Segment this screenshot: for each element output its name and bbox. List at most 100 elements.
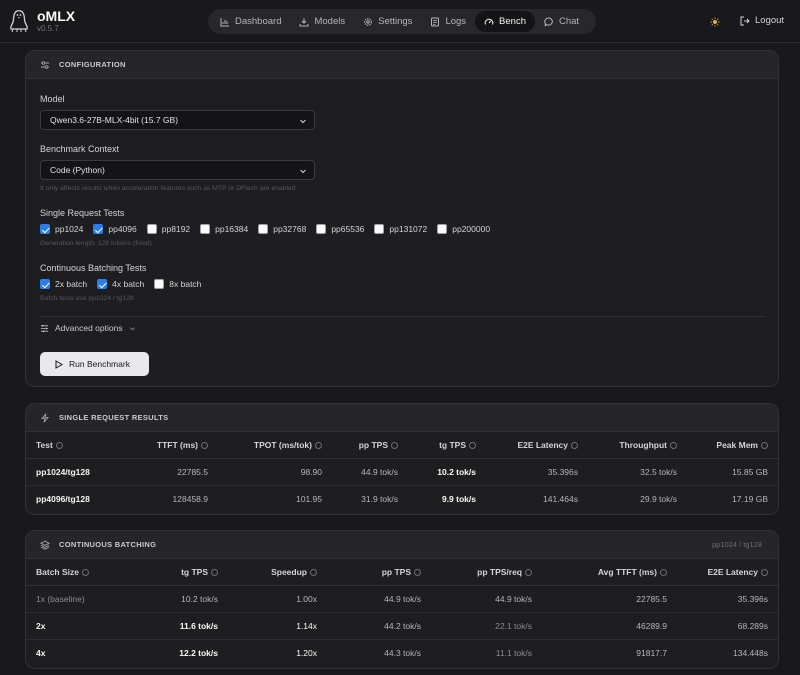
tab-dashboard[interactable]: Dashboard	[211, 11, 290, 32]
column-header[interactable]: pp TPS/req	[421, 559, 532, 586]
checkbox-pp200000[interactable]: pp200000	[437, 224, 490, 234]
gear-icon	[364, 17, 372, 26]
model-select-value: Qwen3.6-27B-MLX-4bit (15.7 GB)	[50, 115, 179, 125]
tab-settings[interactable]: Settings	[354, 11, 421, 32]
app-version: v0.5.7	[37, 24, 59, 33]
checkbox-label: 8x batch	[169, 279, 202, 289]
checkbox-box[interactable]	[200, 224, 211, 234]
checkbox-box[interactable]	[154, 279, 165, 289]
single-results-header: SINGLE REQUEST RESULTS	[26, 404, 778, 432]
info-icon	[391, 442, 398, 449]
cell-pp-tps: 44.9 tok/s	[322, 458, 398, 486]
column-header[interactable]: E2E Latency	[476, 432, 578, 459]
tab-logs[interactable]: Logs	[421, 11, 475, 32]
cell-test: pp1024/tg128	[26, 458, 118, 486]
column-header[interactable]: pp TPS	[317, 559, 421, 586]
cell-avg-ttft: 91817.7	[636, 647, 667, 658]
play-icon	[55, 359, 63, 369]
table-row: pp4096/tg128 128458.9 101.95 31.9 tok/s …	[26, 485, 778, 512]
layers-icon	[40, 539, 50, 550]
cell-tg-tps: 11.6 tok/s	[128, 612, 218, 640]
checkbox-pp8192[interactable]: pp8192	[146, 224, 190, 234]
column-header[interactable]: TTFT (ms)	[118, 432, 208, 459]
cell-tg-tps: 10.2 tok/s	[398, 458, 476, 486]
column-header[interactable]: Speedup	[218, 559, 317, 586]
checkbox-4x-batch[interactable]: 4x batch	[97, 279, 144, 289]
app-logo[interactable]: oMLX v0.5.7	[8, 9, 75, 33]
tab-models[interactable]: Models	[290, 11, 354, 32]
cell-e2e-latency: 134.448s	[733, 647, 768, 658]
checkbox-pp32768[interactable]: pp32768	[258, 224, 306, 234]
cell-pp-tps: 44.3 tok/s	[384, 647, 421, 658]
column-header[interactable]: Avg TTFT (ms)	[532, 559, 667, 586]
cell-pp-tps: 44.2 tok/s	[317, 612, 421, 640]
tab-dashboard-label: Dashboard	[235, 16, 282, 27]
info-icon	[469, 442, 476, 449]
logout-button[interactable]: Logout	[740, 15, 784, 26]
checkbox-pp131072[interactable]: pp131072	[374, 224, 427, 234]
run-benchmark-button[interactable]: Run Benchmark	[40, 352, 149, 376]
tab-chat[interactable]: Chat	[535, 11, 588, 32]
checkbox-box[interactable]	[258, 224, 269, 234]
chevron-down-icon	[300, 119, 306, 124]
checkbox-box[interactable]	[146, 224, 157, 234]
column-header[interactable]: pp TPS	[322, 432, 398, 459]
cell-ttft: 128458.9	[172, 493, 208, 504]
lightning-icon	[41, 413, 49, 422]
cell-avg-ttft: 22785.5	[532, 585, 667, 613]
gauge-icon	[484, 18, 494, 25]
checkbox-pp1024[interactable]: pp1024	[40, 224, 83, 234]
advanced-options-toggle[interactable]: Advanced options	[40, 323, 136, 333]
model-label: Model	[40, 94, 65, 104]
column-header[interactable]: tg TPS	[398, 432, 476, 459]
column-header[interactable]: TPOT (ms/tok)	[208, 432, 322, 459]
column-header[interactable]: Peak Mem	[677, 432, 778, 459]
column-header[interactable]: tg TPS	[128, 559, 218, 586]
checkbox-8x-batch[interactable]: 8x batch	[154, 279, 201, 289]
checkbox-box[interactable]	[316, 224, 327, 234]
sun-icon[interactable]	[710, 17, 720, 27]
chat-icon	[544, 17, 553, 26]
checkbox-box[interactable]	[437, 224, 448, 234]
model-select[interactable]: Qwen3.6-27B-MLX-4bit (15.7 GB)	[40, 110, 315, 130]
logout-label: Logout	[755, 15, 785, 26]
batch-tests-group: 2x batch 4x batch 8x batch	[40, 279, 211, 289]
column-header[interactable]: Batch Size	[26, 559, 128, 586]
info-icon	[315, 442, 322, 449]
checkbox-box[interactable]	[93, 224, 104, 234]
checkbox-box[interactable]	[40, 224, 50, 234]
cell-e2e-latency: 35.396s	[476, 458, 578, 486]
cell-speedup: 1.20x	[296, 647, 317, 658]
checkbox-pp4096[interactable]: pp4096	[93, 224, 137, 234]
batching-title: CONTINUOUS BATCHING	[59, 540, 157, 549]
batching-card: CONTINUOUS BATCHING pp1024 / tg128 Batch…	[25, 530, 779, 669]
cell-tpot: 98.90	[208, 458, 322, 486]
info-icon	[414, 569, 421, 576]
tab-logs-label: Logs	[445, 16, 467, 27]
app-title: oMLX	[37, 8, 76, 24]
context-select[interactable]: Code (Python)	[40, 160, 315, 180]
cell-pp-tps: 31.9 tok/s	[361, 493, 398, 504]
cell-speedup: 1.00x	[218, 585, 317, 613]
cell-e2e-latency: 35.396s	[667, 585, 778, 613]
checkbox-pp65536[interactable]: pp65536	[316, 224, 364, 234]
column-header[interactable]: E2E Latency	[667, 559, 778, 586]
cell-tg-tps: 9.9 tok/s	[441, 493, 476, 504]
table-row: pp1024/tg128 22785.5 98.90 44.9 tok/s 10…	[26, 458, 778, 486]
context-label: Benchmark Context	[40, 144, 120, 154]
tab-settings-label: Settings	[378, 16, 413, 27]
column-header[interactable]: Throughput	[578, 432, 677, 459]
single-tests-label: Single Request Tests	[40, 208, 125, 218]
checkbox-box[interactable]	[40, 279, 50, 289]
tab-bench[interactable]: Bench	[475, 11, 535, 32]
checkbox-2x-batch[interactable]: 2x batch	[40, 279, 87, 289]
checkbox-box[interactable]	[374, 224, 385, 234]
logout-icon	[740, 16, 750, 25]
chart-icon	[220, 17, 229, 26]
cell-peak-mem: 17.19 GB	[732, 493, 768, 504]
checkbox-pp16384[interactable]: pp16384	[200, 224, 248, 234]
column-header[interactable]: Test	[26, 432, 118, 459]
cell-throughput: 29.9 tok/s	[640, 493, 677, 504]
cell-pp-tps-req: 11.1 tok/s	[495, 647, 532, 658]
checkbox-box[interactable]	[97, 279, 108, 289]
